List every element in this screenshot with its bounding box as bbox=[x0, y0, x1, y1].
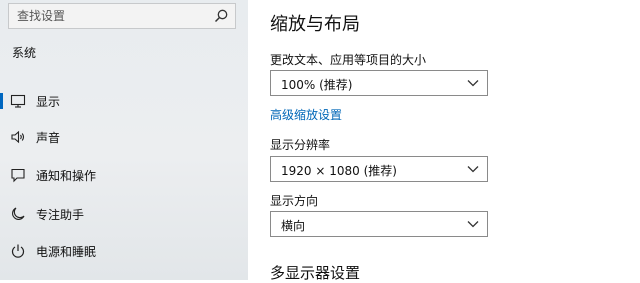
chevron-down-icon bbox=[467, 166, 479, 173]
advanced-scaling-link[interactable]: 高级缩放设置 bbox=[270, 106, 342, 123]
chevron-down-icon bbox=[467, 221, 479, 228]
resolution-label: 显示分辨率 bbox=[270, 138, 331, 152]
resolution-dropdown[interactable]: 1920 × 1080 (推荐) bbox=[270, 156, 488, 182]
chevron-down-icon bbox=[467, 80, 479, 87]
sidebar-item-label: 通知和操作 bbox=[36, 169, 97, 183]
moon-icon bbox=[12, 207, 25, 220]
page-title: 缩放与布局 bbox=[270, 14, 360, 35]
selection-indicator bbox=[0, 93, 3, 109]
monitor-icon bbox=[10, 94, 26, 108]
sidebar-item-label: 专注助手 bbox=[36, 208, 85, 222]
sidebar-item-sound[interactable]: 声音 bbox=[0, 122, 248, 152]
resolution-value: 1920 × 1080 (推荐) bbox=[281, 164, 397, 178]
search-input[interactable] bbox=[9, 4, 207, 28]
sidebar-item-power-sleep[interactable]: 电源和睡眠 bbox=[0, 236, 248, 266]
orientation-dropdown[interactable]: 横向 bbox=[270, 211, 488, 237]
scale-dropdown[interactable]: 100% (推荐) bbox=[270, 70, 488, 96]
sidebar-item-label: 显示 bbox=[36, 95, 61, 109]
sidebar: 系统 显示 声音 通知和操作 专注助手 电源和 bbox=[0, 0, 248, 280]
speaker-icon bbox=[11, 130, 25, 144]
orientation-value: 横向 bbox=[281, 219, 306, 233]
sidebar-item-focus-assist[interactable]: 专注助手 bbox=[0, 199, 248, 229]
sidebar-item-label: 电源和睡眠 bbox=[36, 245, 97, 259]
notification-icon bbox=[11, 168, 25, 183]
sidebar-item-label: 声音 bbox=[36, 131, 61, 145]
scale-value: 100% (推荐) bbox=[281, 78, 353, 92]
sidebar-item-notifications[interactable]: 通知和操作 bbox=[0, 160, 248, 190]
power-icon bbox=[11, 244, 25, 258]
section-title: 系统 bbox=[12, 46, 37, 60]
settings-pane: 缩放与布局 更改文本、应用等项目的大小 100% (推荐) 高级缩放设置 显示分… bbox=[248, 0, 640, 282]
orientation-label: 显示方向 bbox=[270, 194, 319, 208]
search-box[interactable] bbox=[8, 3, 236, 29]
sidebar-item-display[interactable]: 显示 bbox=[0, 86, 248, 116]
scale-label: 更改文本、应用等项目的大小 bbox=[270, 53, 427, 67]
search-icon[interactable] bbox=[213, 8, 229, 24]
